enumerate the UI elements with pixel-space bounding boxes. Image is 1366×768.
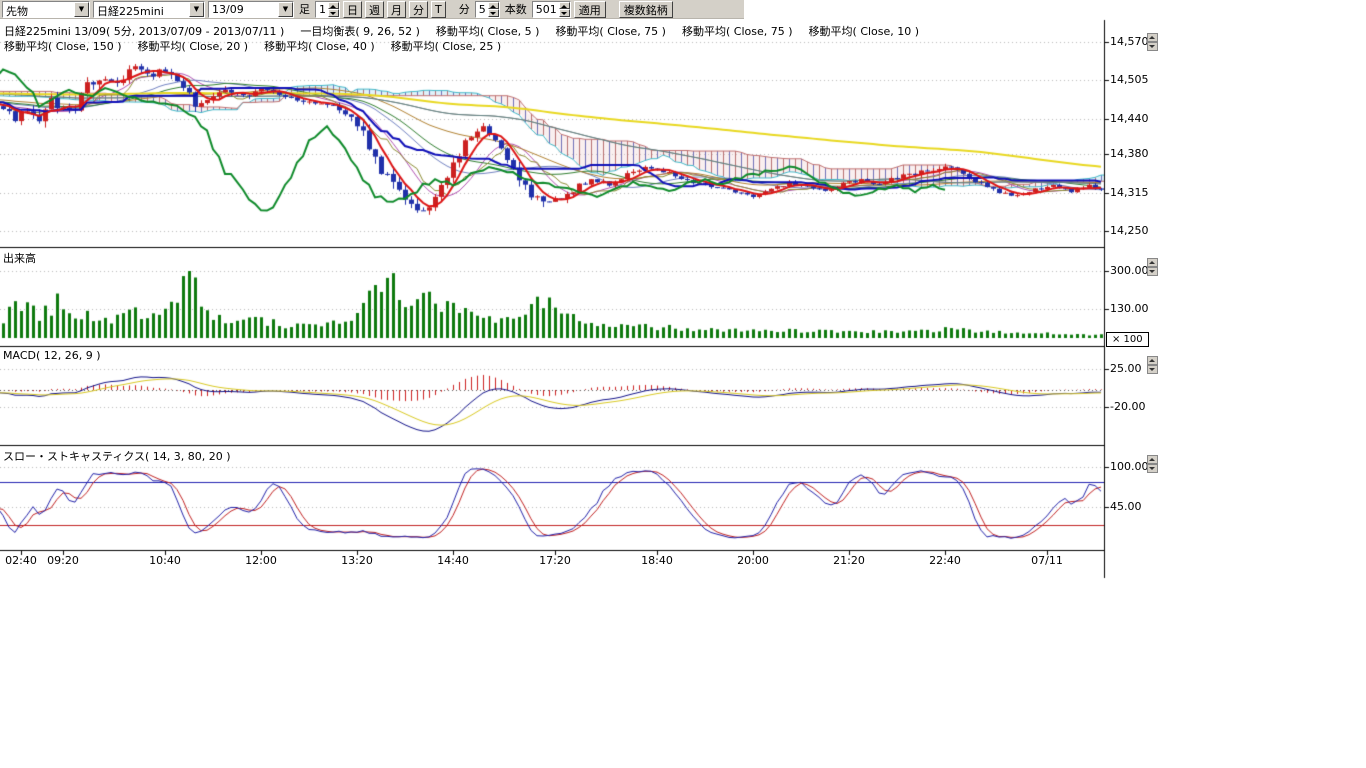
count-label: 本数 xyxy=(503,1,529,17)
volume-scale-spinner[interactable] xyxy=(1147,258,1158,277)
minute-input[interactable]: 5 xyxy=(475,1,500,18)
spin-up-icon[interactable] xyxy=(488,2,499,10)
chevron-down-icon[interactable]: ▼ xyxy=(74,2,89,17)
chevron-down-icon[interactable]: ▼ xyxy=(278,2,293,17)
period-minute-button[interactable]: 分 xyxy=(409,1,428,18)
interval-input[interactable]: 1 xyxy=(315,1,340,18)
spin-up-icon[interactable] xyxy=(328,2,339,10)
spin-down-icon[interactable] xyxy=(559,9,570,17)
chart-canvas[interactable] xyxy=(0,0,1366,768)
spin-down-icon[interactable] xyxy=(328,9,339,17)
spin-up-icon[interactable] xyxy=(559,2,570,10)
scroll-up-icon[interactable] xyxy=(1147,33,1158,42)
scroll-down-icon[interactable] xyxy=(1147,267,1158,276)
count-input[interactable]: 501 xyxy=(532,1,571,18)
scroll-down-icon[interactable] xyxy=(1147,464,1158,473)
contract-select-value: 13/09 xyxy=(209,2,278,17)
category-select-value: 先物 xyxy=(3,2,74,17)
ashi-label: 足 xyxy=(297,1,312,17)
contract-select[interactable]: 13/09 ▼ xyxy=(208,1,294,18)
toolbar: 先物 ▼ 日経225mini ▼ 13/09 ▼ 足 1 日 週 月 分 T 分… xyxy=(0,0,744,19)
multi-symbol-button[interactable]: 複数銘柄 xyxy=(619,1,673,18)
macd-scale-spinner[interactable] xyxy=(1147,356,1158,375)
count-spinner xyxy=(559,2,570,17)
app-window: 先物 ▼ 日経225mini ▼ 13/09 ▼ 足 1 日 週 月 分 T 分… xyxy=(0,0,1366,768)
scroll-up-icon[interactable] xyxy=(1147,455,1158,464)
minute-value[interactable]: 5 xyxy=(476,2,488,17)
price-scale-spinner[interactable] xyxy=(1147,33,1158,52)
scroll-up-icon[interactable] xyxy=(1147,356,1158,365)
period-week-button[interactable]: 週 xyxy=(365,1,384,18)
interval-value[interactable]: 1 xyxy=(316,2,328,17)
symbol-select[interactable]: 日経225mini ▼ xyxy=(93,1,205,18)
chevron-down-icon[interactable]: ▼ xyxy=(189,2,204,17)
count-value[interactable]: 501 xyxy=(533,2,559,17)
scroll-down-icon[interactable] xyxy=(1147,365,1158,374)
minute-label: 分 xyxy=(457,1,472,17)
scroll-up-icon[interactable] xyxy=(1147,258,1158,267)
period-day-button[interactable]: 日 xyxy=(343,1,362,18)
stoch-scale-spinner[interactable] xyxy=(1147,455,1158,474)
period-month-button[interactable]: 月 xyxy=(387,1,406,18)
scroll-down-icon[interactable] xyxy=(1147,42,1158,51)
minute-spinner xyxy=(488,2,499,17)
apply-button[interactable]: 適用 xyxy=(574,1,606,18)
period-tick-button[interactable]: T xyxy=(431,1,446,18)
interval-spinner xyxy=(328,2,339,17)
symbol-select-value: 日経225mini xyxy=(94,2,189,17)
spin-down-icon[interactable] xyxy=(488,9,499,17)
category-select[interactable]: 先物 ▼ xyxy=(2,1,90,18)
